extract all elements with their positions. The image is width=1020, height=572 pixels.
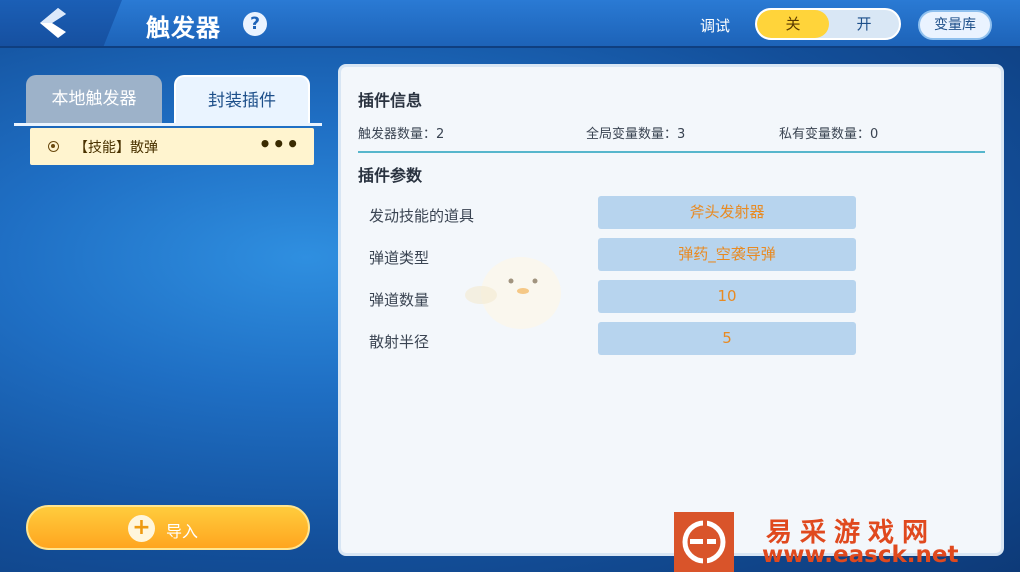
param-value-scatter-radius[interactable]: 5 [598,322,856,355]
tab-local-triggers[interactable]: 本地触发器 [26,75,162,123]
import-button[interactable]: + 导入 [26,505,310,550]
param-label-item: 发动技能的道具 [369,207,475,225]
plus-icon: + [128,515,155,542]
tab-underline [14,123,322,126]
page-title: 触发器 [146,14,221,42]
watermark-site-url: www.easck.net [762,542,959,568]
plugin-params-heading: 插件参数 [358,166,423,185]
selected-radio-icon [48,141,59,152]
debug-toggle-off[interactable]: 关 [757,10,829,38]
param-label-scatter-radius: 散射半径 [369,333,430,351]
global-var-count: 全局变量数量：3 [586,123,685,142]
param-value-item[interactable]: 斧头发射器 [598,196,856,229]
debug-toggle-on[interactable]: 开 [829,10,899,38]
plugin-item-name: 【技能】散弹 [74,140,158,156]
top-bar: 触发器 ? 调试 关 开 变量库 [0,0,1020,48]
variable-library-button[interactable]: 变量库 [918,10,992,40]
debug-label: 调试 [700,17,731,35]
private-var-count: 私有变量数量：0 [779,123,878,142]
plugin-info-heading: 插件信息 [358,91,423,110]
param-label-projectile-type: 弹道类型 [369,249,430,267]
back-chevron-icon [40,8,66,38]
watermark-logo [674,512,734,572]
trigger-count-value: 2 [436,127,445,142]
watermark-logo-icon [682,517,726,567]
debug-toggle[interactable]: 关 开 [755,8,901,40]
param-value-projectile-count[interactable]: 10 [598,280,856,313]
global-var-count-value: 3 [677,127,686,142]
import-label: 导入 [166,522,199,541]
help-icon[interactable]: ? [243,12,267,36]
trigger-count: 触发器数量：2 [358,123,444,142]
section-divider [358,151,985,153]
param-label-projectile-count: 弹道数量 [369,291,430,309]
tab-packaged-plugins[interactable]: 封装插件 [174,75,310,123]
more-options-icon[interactable]: ••• [259,132,300,156]
plugin-detail-panel: 插件信息 触发器数量：2 全局变量数量：3 私有变量数量：0 插件参数 发动技能… [338,64,1004,556]
global-var-count-label: 全局变量数量： [586,127,678,142]
mascot-watermark-image [465,257,561,329]
param-value-projectile-type[interactable]: 弹药_空袭导弹 [598,238,856,271]
private-var-count-value: 0 [870,127,879,142]
plugin-list-item[interactable]: 【技能】散弹 ••• [30,128,314,165]
private-var-count-label: 私有变量数量： [779,127,871,142]
trigger-count-label: 触发器数量： [358,127,437,142]
back-button[interactable] [0,0,122,46]
